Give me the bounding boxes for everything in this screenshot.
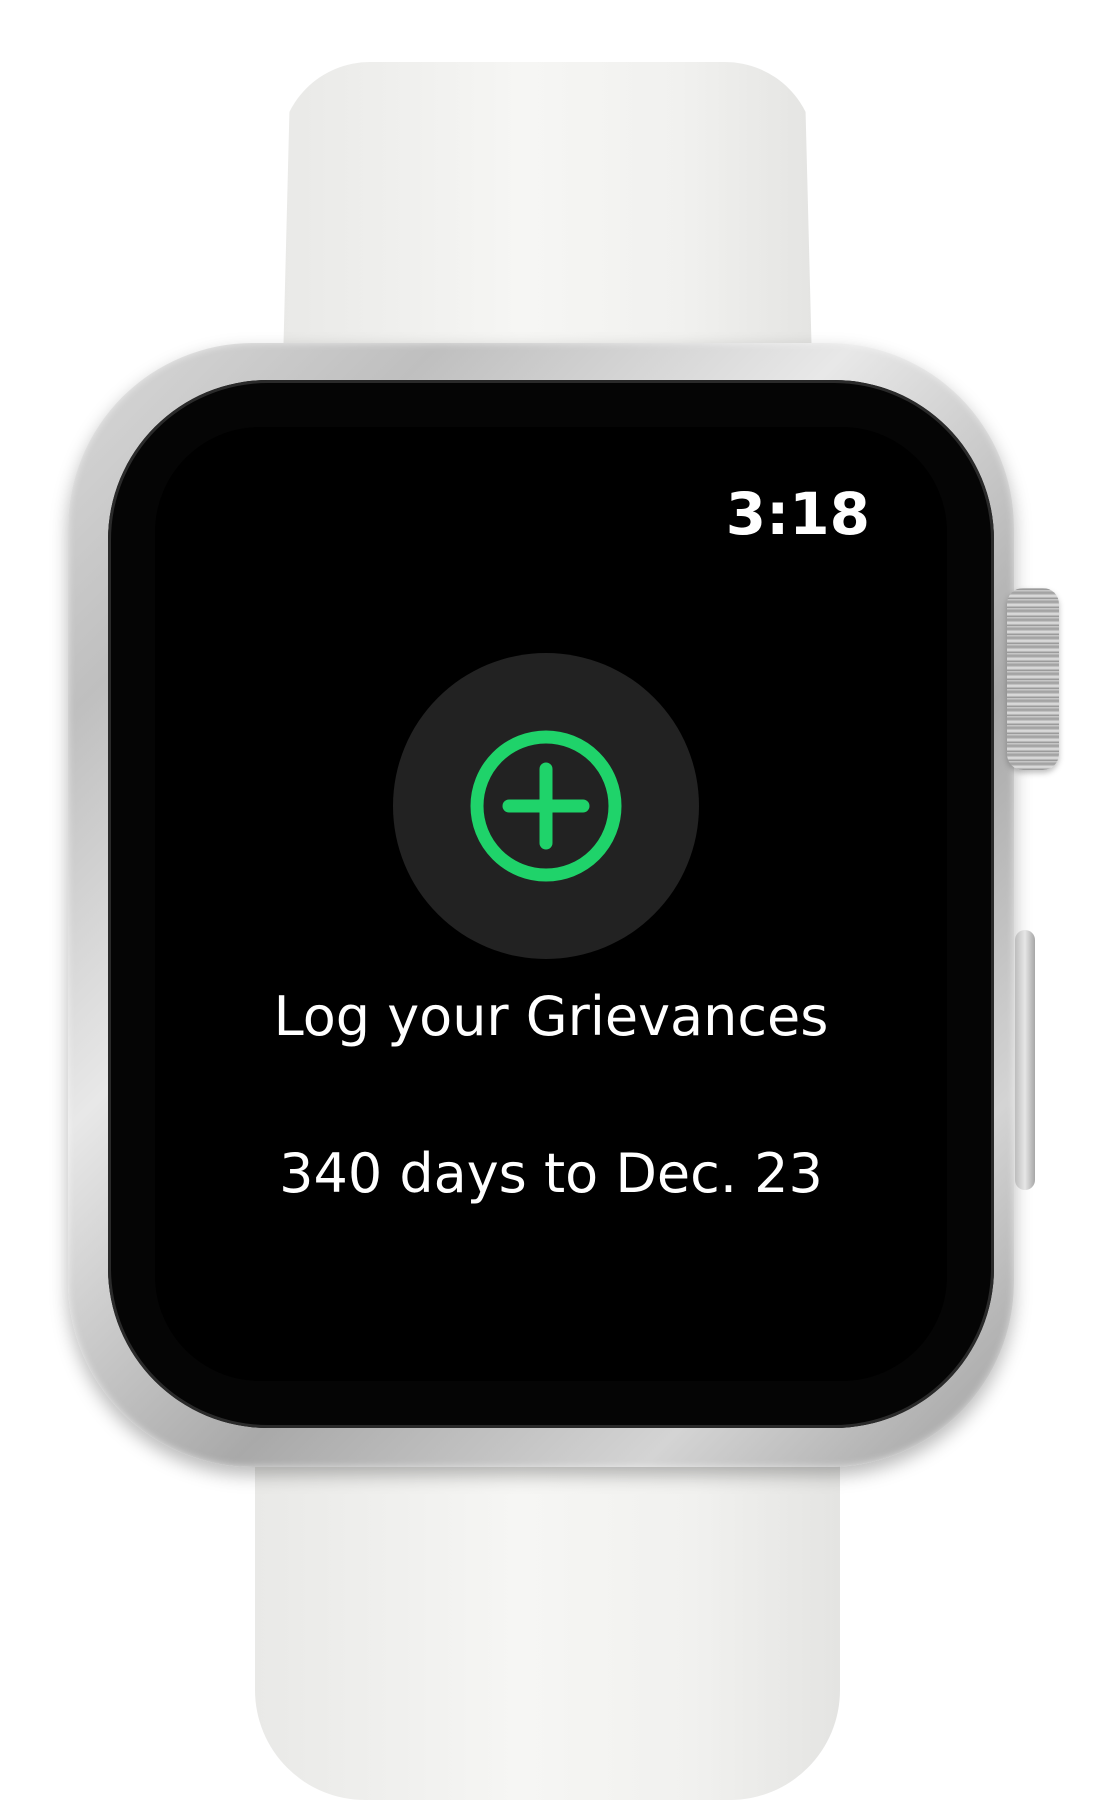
page-title: Log your Grievances bbox=[273, 985, 829, 1048]
side-button[interactable] bbox=[1015, 930, 1035, 1190]
add-grievance-button[interactable] bbox=[393, 653, 699, 959]
status-bar: 3:18 bbox=[700, 480, 870, 560]
countdown-text: 340 days to Dec. 23 bbox=[279, 1142, 823, 1205]
plus-circle-icon bbox=[470, 730, 622, 882]
digital-crown[interactable] bbox=[1007, 588, 1059, 770]
time-display: 3:18 bbox=[725, 480, 870, 548]
